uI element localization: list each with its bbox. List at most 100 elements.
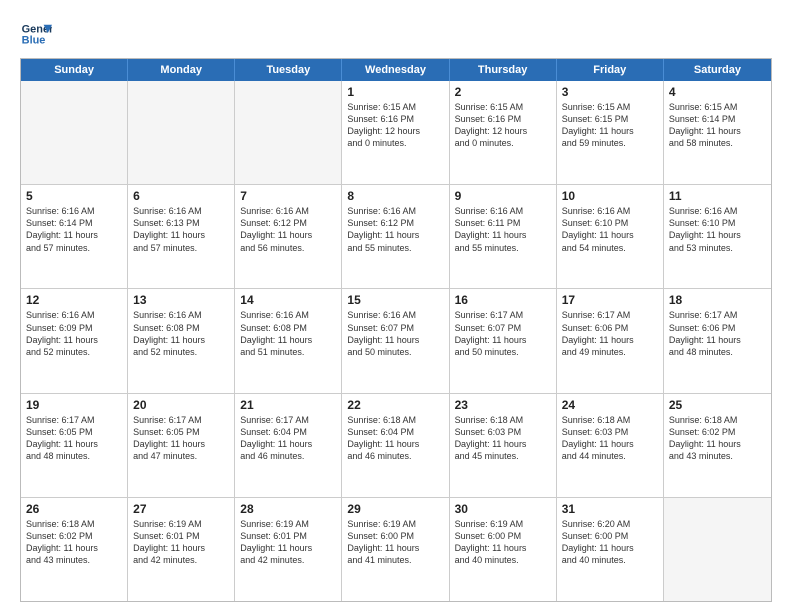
day-info: Sunrise: 6:19 AM Sunset: 6:01 PM Dayligh… <box>133 518 229 567</box>
calendar-cell-16: 16 Sunrise: 6:17 AM Sunset: 6:07 PM Dayli… <box>450 289 557 392</box>
calendar-row-4: 26Sunrise: 6:18 AM Sunset: 6:02 PM Dayli… <box>21 497 771 601</box>
day-number: 21 <box>240 398 336 412</box>
weekday-header-sunday: Sunday <box>21 59 128 81</box>
day-info: Sunrise: 6:18 AM Sunset: 6:02 PM Dayligh… <box>669 414 766 463</box>
day-info: Sunrise: 6:19 AM Sunset: 6:01 PM Dayligh… <box>240 518 336 567</box>
day-info: Sunrise: 6:16 AM Sunset: 6:07 PM Dayligh… <box>347 309 443 358</box>
logo-icon: General Blue <box>20 18 52 50</box>
day-info: Sunrise: 6:19 AM Sunset: 6:00 PM Dayligh… <box>347 518 443 567</box>
calendar-row-2: 12 Sunrise: 6:16 AM Sunset: 6:09 PM Dayli… <box>21 288 771 392</box>
day-info: Sunrise: 6:19 AM Sunset: 6:00 PM Dayligh… <box>455 518 551 567</box>
calendar-cell-22: 22Sunrise: 6:18 AM Sunset: 6:04 PM Dayli… <box>342 394 449 497</box>
calendar-row-3: 19 Sunrise: 6:17 AM Sunset: 6:05 PM Dayli… <box>21 393 771 497</box>
day-info: Sunrise: 6:17 AM Sunset: 6:05 PM Dayligh… <box>133 414 229 463</box>
calendar-cell-26: 26Sunrise: 6:18 AM Sunset: 6:02 PM Dayli… <box>21 498 128 601</box>
day-number: 3 <box>562 85 658 99</box>
day-info: Sunrise: 6:17 AM Sunset: 6:06 PM Dayligh… <box>669 309 766 358</box>
day-number: 7 <box>240 189 336 203</box>
day-info: Sunrise: 6:16 AM Sunset: 6:10 PM Dayligh… <box>669 205 766 254</box>
calendar-row-0: 1 Sunrise: 6:15 AM Sunset: 6:16 PM Daylig… <box>21 81 771 184</box>
day-number: 29 <box>347 502 443 516</box>
calendar-cell-30: 30 Sunrise: 6:19 AM Sunset: 6:00 PM Dayli… <box>450 498 557 601</box>
day-info: Sunrise: 6:16 AM Sunset: 6:14 PM Dayligh… <box>26 205 122 254</box>
day-number: 13 <box>133 293 229 307</box>
calendar-cell-1: 1 Sunrise: 6:15 AM Sunset: 6:16 PM Daylig… <box>342 81 449 184</box>
svg-text:Blue: Blue <box>22 34 46 46</box>
calendar-cell-2: 2Sunrise: 6:15 AM Sunset: 6:16 PM Daylig… <box>450 81 557 184</box>
day-number: 30 <box>455 502 551 516</box>
day-number: 20 <box>133 398 229 412</box>
calendar-cell-24: 24Sunrise: 6:18 AM Sunset: 6:03 PM Dayli… <box>557 394 664 497</box>
day-number: 14 <box>240 293 336 307</box>
calendar-cell-27: 27Sunrise: 6:19 AM Sunset: 6:01 PM Dayli… <box>128 498 235 601</box>
calendar-cell-11: 11 Sunrise: 6:16 AM Sunset: 6:10 PM Dayli… <box>664 185 771 288</box>
calendar-cell-7: 7 Sunrise: 6:16 AM Sunset: 6:12 PM Daylig… <box>235 185 342 288</box>
weekday-header-friday: Friday <box>557 59 664 81</box>
weekday-header-thursday: Thursday <box>450 59 557 81</box>
calendar-cell-17: 17 Sunrise: 6:17 AM Sunset: 6:06 PM Dayli… <box>557 289 664 392</box>
day-number: 25 <box>669 398 766 412</box>
weekday-header-wednesday: Wednesday <box>342 59 449 81</box>
logo: General Blue <box>20 18 52 50</box>
day-number: 28 <box>240 502 336 516</box>
day-info: Sunrise: 6:15 AM Sunset: 6:14 PM Dayligh… <box>669 101 766 150</box>
day-info: Sunrise: 6:17 AM Sunset: 6:07 PM Dayligh… <box>455 309 551 358</box>
day-info: Sunrise: 6:20 AM Sunset: 6:00 PM Dayligh… <box>562 518 658 567</box>
calendar-body: 1 Sunrise: 6:15 AM Sunset: 6:16 PM Daylig… <box>21 81 771 601</box>
day-info: Sunrise: 6:16 AM Sunset: 6:08 PM Dayligh… <box>240 309 336 358</box>
day-info: Sunrise: 6:16 AM Sunset: 6:10 PM Dayligh… <box>562 205 658 254</box>
calendar-cell-20: 20 Sunrise: 6:17 AM Sunset: 6:05 PM Dayli… <box>128 394 235 497</box>
calendar-header: SundayMondayTuesdayWednesdayThursdayFrid… <box>21 59 771 81</box>
day-number: 16 <box>455 293 551 307</box>
calendar-cell-31: 31 Sunrise: 6:20 AM Sunset: 6:00 PM Dayli… <box>557 498 664 601</box>
day-info: Sunrise: 6:18 AM Sunset: 6:02 PM Dayligh… <box>26 518 122 567</box>
day-info: Sunrise: 6:15 AM Sunset: 6:16 PM Dayligh… <box>455 101 551 150</box>
calendar-cell-4: 4 Sunrise: 6:15 AM Sunset: 6:14 PM Daylig… <box>664 81 771 184</box>
calendar-cell-10: 10 Sunrise: 6:16 AM Sunset: 6:10 PM Dayli… <box>557 185 664 288</box>
day-info: Sunrise: 6:17 AM Sunset: 6:04 PM Dayligh… <box>240 414 336 463</box>
day-number: 19 <box>26 398 122 412</box>
day-number: 23 <box>455 398 551 412</box>
header-row: General Blue <box>20 18 772 50</box>
day-number: 15 <box>347 293 443 307</box>
day-number: 11 <box>669 189 766 203</box>
day-number: 9 <box>455 189 551 203</box>
day-info: Sunrise: 6:16 AM Sunset: 6:12 PM Dayligh… <box>240 205 336 254</box>
calendar-cell-empty <box>21 81 128 184</box>
calendar-cell-9: 9 Sunrise: 6:16 AM Sunset: 6:11 PM Daylig… <box>450 185 557 288</box>
calendar-cell-25: 25 Sunrise: 6:18 AM Sunset: 6:02 PM Dayli… <box>664 394 771 497</box>
day-info: Sunrise: 6:15 AM Sunset: 6:16 PM Dayligh… <box>347 101 443 150</box>
calendar-cell-6: 6Sunrise: 6:16 AM Sunset: 6:13 PM Daylig… <box>128 185 235 288</box>
calendar-cell-15: 15 Sunrise: 6:16 AM Sunset: 6:07 PM Dayli… <box>342 289 449 392</box>
calendar-row-1: 5 Sunrise: 6:16 AM Sunset: 6:14 PM Daylig… <box>21 184 771 288</box>
calendar-cell-empty <box>235 81 342 184</box>
calendar-cell-29: 29 Sunrise: 6:19 AM Sunset: 6:00 PM Dayli… <box>342 498 449 601</box>
calendar-cell-18: 18 Sunrise: 6:17 AM Sunset: 6:06 PM Dayli… <box>664 289 771 392</box>
calendar-cell-empty <box>128 81 235 184</box>
page: General Blue SundayMondayTuesdayWednesda… <box>0 0 792 612</box>
calendar: SundayMondayTuesdayWednesdayThursdayFrid… <box>20 58 772 602</box>
day-info: Sunrise: 6:16 AM Sunset: 6:13 PM Dayligh… <box>133 205 229 254</box>
day-number: 8 <box>347 189 443 203</box>
day-info: Sunrise: 6:17 AM Sunset: 6:05 PM Dayligh… <box>26 414 122 463</box>
weekday-header-monday: Monday <box>128 59 235 81</box>
day-number: 12 <box>26 293 122 307</box>
day-info: Sunrise: 6:16 AM Sunset: 6:08 PM Dayligh… <box>133 309 229 358</box>
calendar-cell-19: 19 Sunrise: 6:17 AM Sunset: 6:05 PM Dayli… <box>21 394 128 497</box>
calendar-cell-28: 28 Sunrise: 6:19 AM Sunset: 6:01 PM Dayli… <box>235 498 342 601</box>
day-number: 1 <box>347 85 443 99</box>
calendar-cell-8: 8Sunrise: 6:16 AM Sunset: 6:12 PM Daylig… <box>342 185 449 288</box>
weekday-header-tuesday: Tuesday <box>235 59 342 81</box>
day-info: Sunrise: 6:17 AM Sunset: 6:06 PM Dayligh… <box>562 309 658 358</box>
day-number: 5 <box>26 189 122 203</box>
day-number: 17 <box>562 293 658 307</box>
day-number: 10 <box>562 189 658 203</box>
calendar-cell-12: 12 Sunrise: 6:16 AM Sunset: 6:09 PM Dayli… <box>21 289 128 392</box>
day-info: Sunrise: 6:18 AM Sunset: 6:03 PM Dayligh… <box>455 414 551 463</box>
calendar-cell-5: 5 Sunrise: 6:16 AM Sunset: 6:14 PM Daylig… <box>21 185 128 288</box>
day-number: 4 <box>669 85 766 99</box>
day-number: 31 <box>562 502 658 516</box>
day-info: Sunrise: 6:16 AM Sunset: 6:11 PM Dayligh… <box>455 205 551 254</box>
day-number: 18 <box>669 293 766 307</box>
day-info: Sunrise: 6:16 AM Sunset: 6:09 PM Dayligh… <box>26 309 122 358</box>
